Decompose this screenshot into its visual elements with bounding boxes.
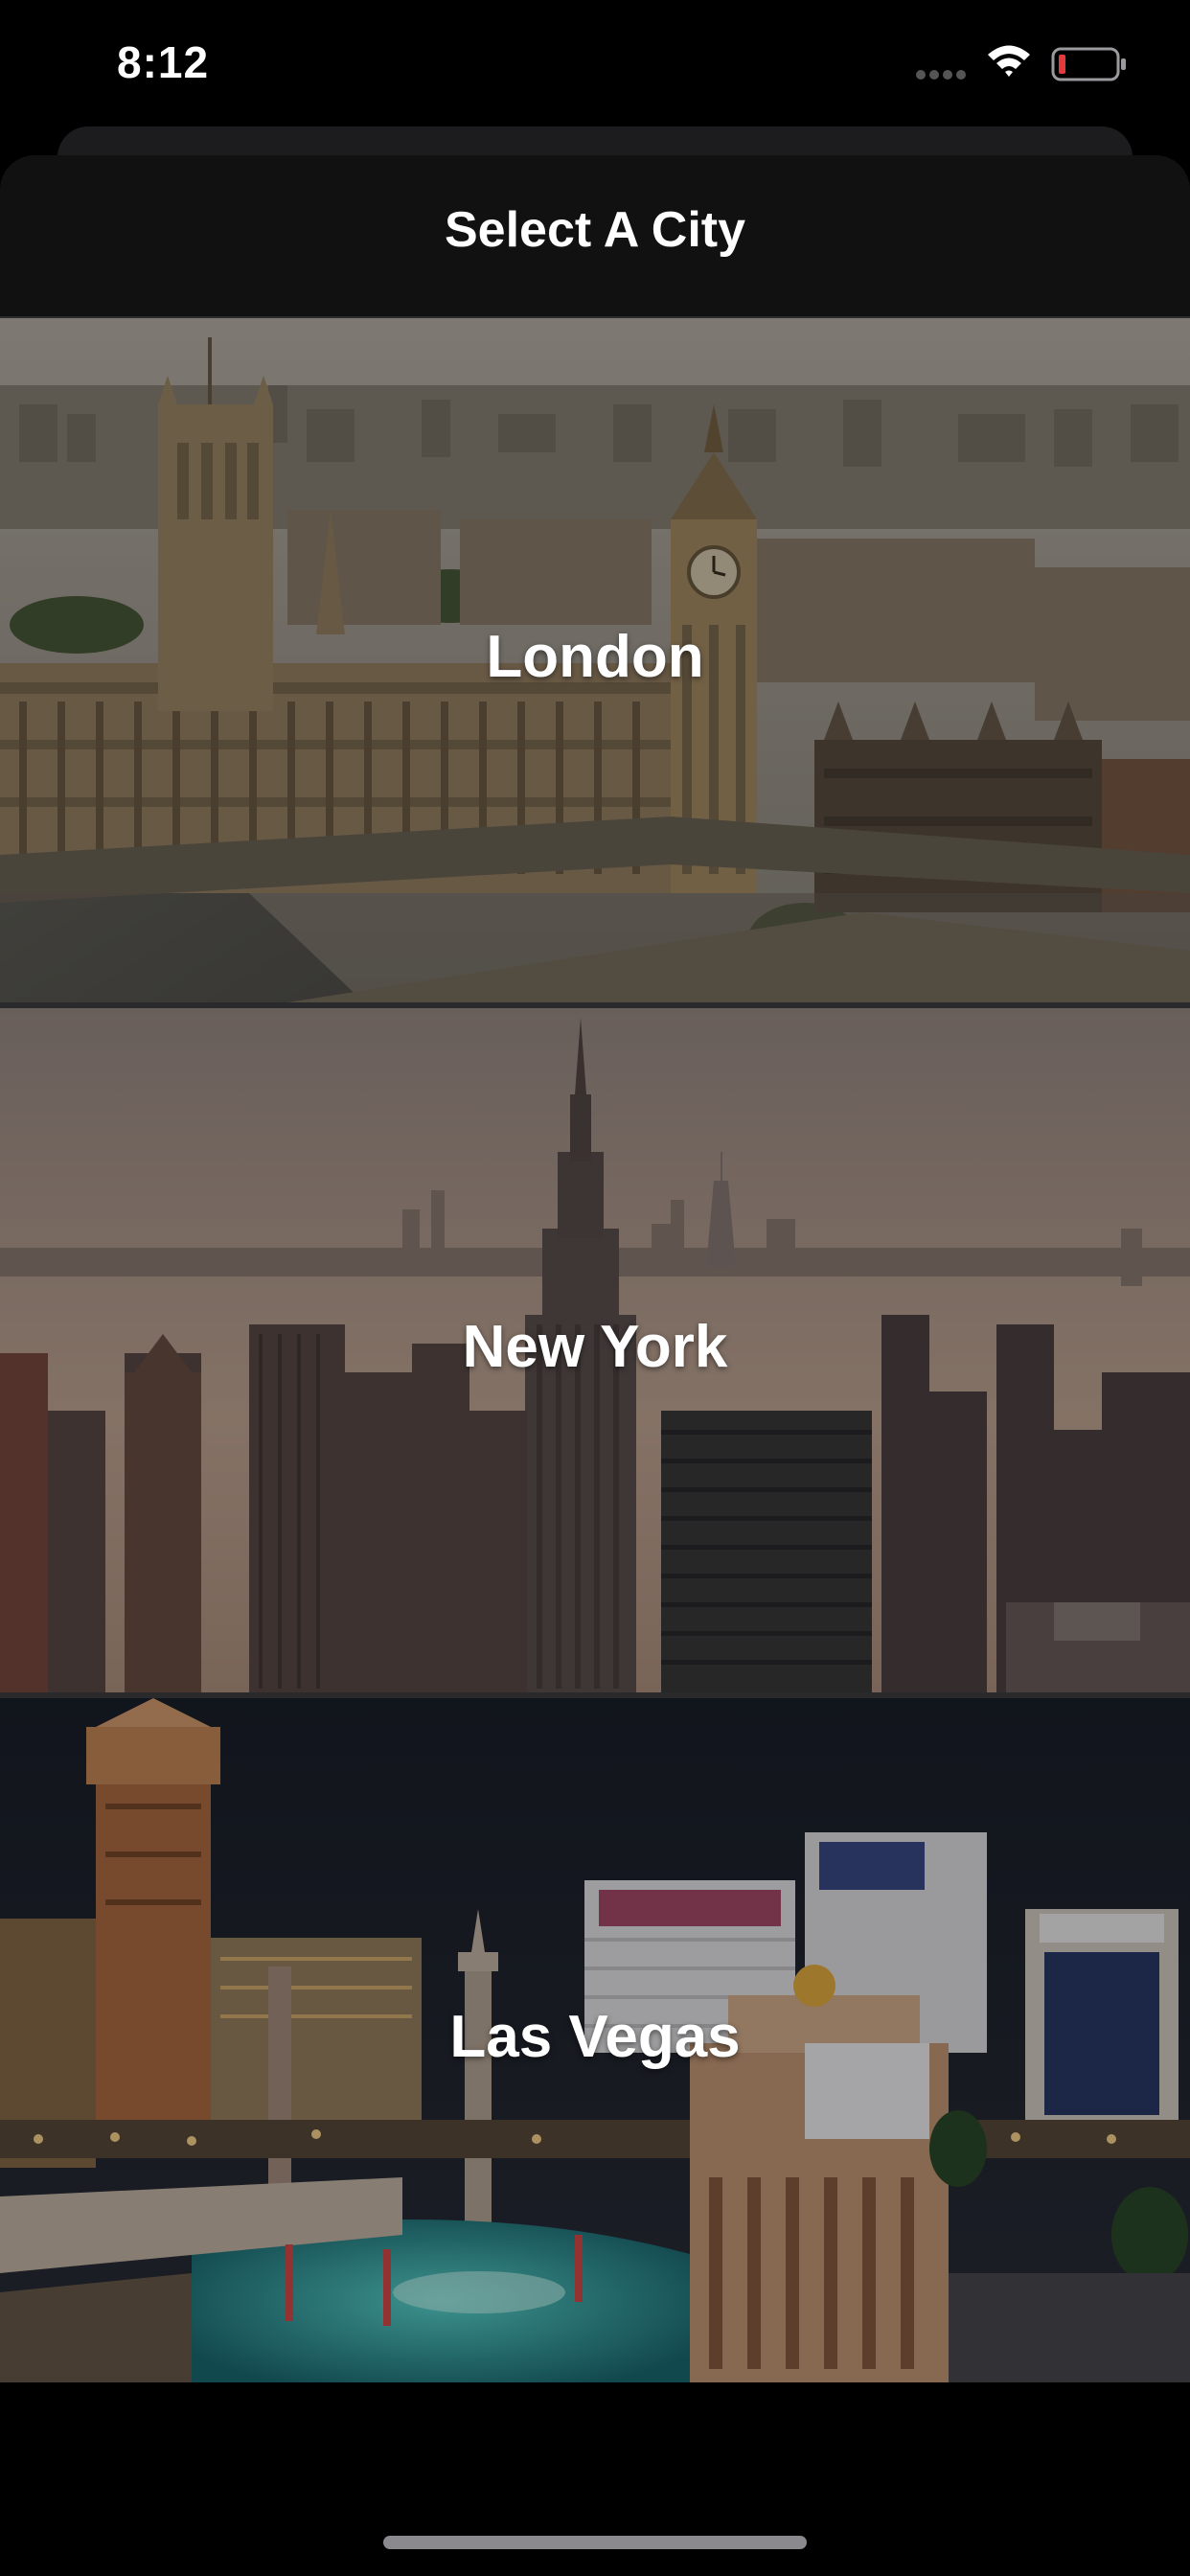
city-card-new-york[interactable]: New York bbox=[0, 1008, 1190, 1692]
nav-header: Select A City bbox=[0, 155, 1190, 318]
battery-low-icon bbox=[1051, 47, 1126, 81]
status-bar: 8:12 bbox=[0, 0, 1190, 126]
cellular-signal-icon bbox=[916, 70, 966, 80]
city-card-las-vegas[interactable]: Las Vegas bbox=[0, 1698, 1190, 2382]
home-indicator[interactable] bbox=[383, 2536, 807, 2549]
city-label-new-york: New York bbox=[462, 1314, 728, 1380]
city-label-las-vegas: Las Vegas bbox=[449, 2004, 741, 2070]
city-label-london: London bbox=[486, 624, 704, 690]
city-card-london[interactable]: London bbox=[0, 318, 1190, 1002]
wifi-icon bbox=[988, 45, 1030, 77]
page-title: Select A City bbox=[444, 202, 746, 258]
status-time: 8:12 bbox=[117, 37, 210, 87]
